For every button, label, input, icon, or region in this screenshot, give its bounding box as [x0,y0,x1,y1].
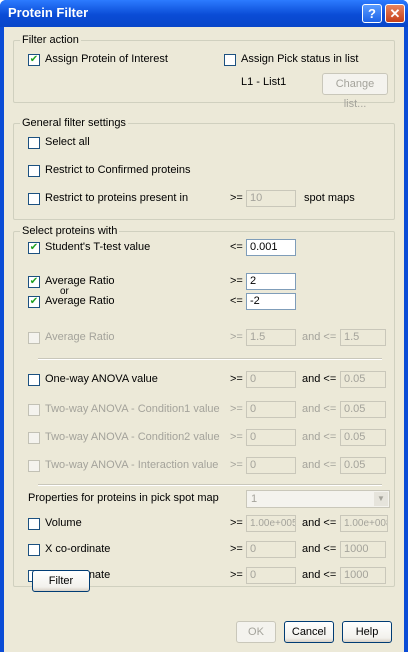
anova-c1-min-field[interactable]: 0 [246,401,296,418]
present-in-checkbox[interactable] [28,193,40,205]
ratio-range-min-field[interactable]: 1.5 [246,329,296,346]
chevron-down-icon: ▼ [374,492,388,506]
general-settings-legend: General filter settings [20,117,128,129]
select-proteins-legend: Select proteins with [20,225,120,237]
select-all-label: Select all [45,136,90,148]
volume-min-field[interactable]: 1.00e+005 [246,515,296,532]
window-title: Protein Filter [8,5,89,20]
volume-label: Volume [45,517,82,529]
confirmed-checkbox[interactable] [28,165,40,177]
anova-int-label: Two-way ANOVA - Interaction value [45,459,219,471]
dialog-body: Filter action ✔ Assign Protein of Intere… [4,27,404,652]
spot-maps-label: spot maps [304,192,355,204]
ratio-high-field[interactable]: 2 [246,273,296,290]
check-icon: ✔ [29,276,39,287]
ok-button[interactable]: OK [236,621,276,643]
anova-int-and-op: and <= [302,459,337,471]
anova-c2-label: Two-way ANOVA - Condition2 value [45,431,220,443]
anova-c2-op: >= [230,431,243,443]
ratio-high-label: Average Ratio [45,275,115,287]
select-all-checkbox[interactable] [28,137,40,149]
anova-op: >= [230,373,243,385]
title-bar[interactable]: Protein Filter ? ✕ [0,0,408,27]
ratio-range-op: >= [230,331,243,343]
ttest-checkbox[interactable]: ✔ [28,242,40,254]
anova-c2-max-field[interactable]: 0.05 [340,429,386,446]
ratio-low-field[interactable]: -2 [246,293,296,310]
change-list-button[interactable]: Change list... [322,73,388,110]
assign-pick-checkbox[interactable] [224,54,236,66]
assign-protein-label: Assign Protein of Interest [45,53,168,65]
ratio-range-and-op: and <= [302,331,337,343]
cancel-button[interactable]: Cancel [284,621,334,643]
anova-int-op: >= [230,459,243,471]
check-icon: ✔ [29,54,39,65]
y-coord-min-field[interactable]: 0 [246,567,296,584]
y-coord-op: >= [230,569,243,581]
ratio-range-label: Average Ratio [45,331,115,343]
filter-action-group: Filter action ✔ Assign Protein of Intere… [13,34,395,110]
x-coord-and-op: and <= [302,543,337,555]
confirmed-label: Restrict to Confirmed proteins [45,164,191,176]
list-name: L1 - List1 [241,76,287,88]
help-button[interactable]: Help [342,621,392,643]
divider [38,484,382,486]
ratio-low-checkbox[interactable]: ✔ [28,296,40,308]
ttest-label: Student's T-test value [45,241,151,253]
check-icon: ✔ [29,296,39,307]
ratio-high-op: >= [230,275,243,287]
filter-action-legend: Filter action [20,34,81,46]
present-in-label: Restrict to proteins present in [45,192,189,204]
anova-c1-and-op: and <= [302,403,337,415]
anova-int-min-field[interactable]: 0 [246,457,296,474]
ratio-range-max-field[interactable]: 1.5 [340,329,386,346]
anova-int-max-field[interactable]: 0.05 [340,457,386,474]
present-in-field[interactable]: 10 [246,190,296,207]
ttest-op: <= [230,241,243,253]
select-proteins-group: Select proteins with ✔ Student's T-test … [13,225,395,587]
ttest-field[interactable]: 0.001 [246,239,296,256]
anova-and-op: and <= [302,373,337,385]
close-icon[interactable]: ✕ [385,4,405,23]
props-label: Properties for proteins in pick spot map [28,492,219,504]
anova-c2-checkbox[interactable] [28,432,40,444]
ratio-high-checkbox[interactable]: ✔ [28,276,40,288]
anova-c1-label: Two-way ANOVA - Condition1 value [45,403,220,415]
ratio-low-label: Average Ratio [45,295,115,307]
help-icon[interactable]: ? [362,4,382,23]
assign-pick-label: Assign Pick status in list [241,53,359,65]
anova-checkbox[interactable] [28,374,40,386]
anova-c2-and-op: and <= [302,431,337,443]
y-coord-max-field[interactable]: 1000 [340,567,386,584]
x-coord-max-field[interactable]: 1000 [340,541,386,558]
anova-min-field[interactable]: 0 [246,371,296,388]
anova-c1-max-field[interactable]: 0.05 [340,401,386,418]
volume-max-field[interactable]: 1.00e+008 [340,515,388,532]
filter-button[interactable]: Filter [32,570,90,592]
general-settings-group: General filter settings Select all Restr… [13,117,395,220]
divider [38,358,382,360]
present-in-op: >= [230,192,243,204]
protein-filter-window: Protein Filter ? ✕ Filter action ✔ Assig… [0,0,408,652]
anova-c1-checkbox[interactable] [28,404,40,416]
check-icon: ✔ [29,242,39,253]
pick-map-value: 1 [251,493,258,505]
ratio-low-op: <= [230,295,243,307]
pick-map-select[interactable]: 1 ▼ [246,490,390,508]
volume-checkbox[interactable] [28,518,40,530]
anova-c2-min-field[interactable]: 0 [246,429,296,446]
x-coord-min-field[interactable]: 0 [246,541,296,558]
assign-protein-checkbox[interactable]: ✔ [28,54,40,66]
anova-int-checkbox[interactable] [28,460,40,472]
x-coord-op: >= [230,543,243,555]
ratio-range-checkbox[interactable] [28,332,40,344]
x-coord-checkbox[interactable] [28,544,40,556]
y-coord-and-op: and <= [302,569,337,581]
anova-label: One-way ANOVA value [45,373,158,385]
anova-max-field[interactable]: 0.05 [340,371,386,388]
x-coord-label: X co-ordinate [45,543,111,555]
anova-c1-op: >= [230,403,243,415]
volume-and-op: and <= [302,517,337,529]
volume-op: >= [230,517,243,529]
